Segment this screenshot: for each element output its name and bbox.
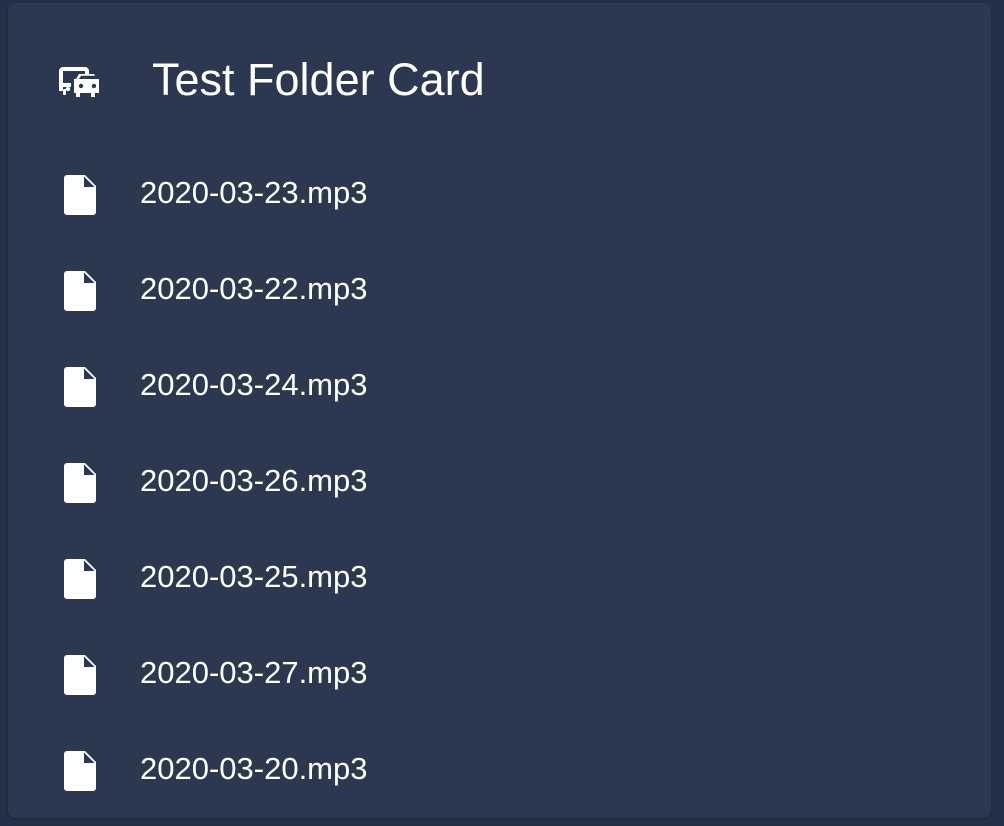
file-name: 2020-03-27.mp3 [140,655,368,690]
file-icon [64,655,96,695]
file-name: 2020-03-23.mp3 [140,175,368,210]
file-icon [64,463,96,503]
folder-card: Test Folder Card 2020-03-23.mp3 2020-03-… [8,3,991,818]
file-list-item[interactable]: 2020-03-24.mp3 [8,336,991,432]
card-title: Test Folder Card [152,54,485,105]
file-name: 2020-03-22.mp3 [140,271,368,306]
file-list-item[interactable]: 2020-03-22.mp3 [8,240,991,336]
file-name: 2020-03-25.mp3 [140,559,368,594]
file-name: 2020-03-24.mp3 [140,367,368,402]
card-header: Test Folder Card [8,3,991,153]
file-icon [64,175,96,215]
file-icon [64,271,96,311]
file-icon [64,367,96,407]
file-icon [64,559,96,599]
file-icon [64,751,96,791]
file-name: 2020-03-26.mp3 [140,463,368,498]
file-name: 2020-03-20.mp3 [140,751,368,786]
file-list-item[interactable]: 2020-03-23.mp3 [8,144,991,240]
file-list-item[interactable]: 2020-03-25.mp3 [8,528,991,624]
bus-car-icon [59,67,99,97]
file-list: 2020-03-23.mp3 2020-03-22.mp3 2020-03-24… [8,144,991,816]
file-list-item[interactable]: 2020-03-20.mp3 [8,720,991,816]
file-list-item[interactable]: 2020-03-26.mp3 [8,432,991,528]
file-list-item[interactable]: 2020-03-27.mp3 [8,624,991,720]
